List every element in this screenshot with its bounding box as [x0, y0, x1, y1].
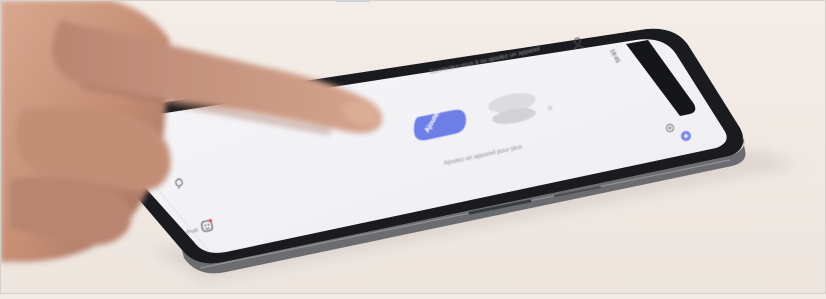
add-icon[interactable] [681, 131, 691, 141]
photo-canvas: 18:45 Connectez-vous à ou ajoutez un app… [0, 0, 826, 294]
photo-scene: 18:45 Connectez-vous à ou ajoutez un app… [0, 0, 826, 294]
top-edge-artifact [336, 0, 370, 2]
